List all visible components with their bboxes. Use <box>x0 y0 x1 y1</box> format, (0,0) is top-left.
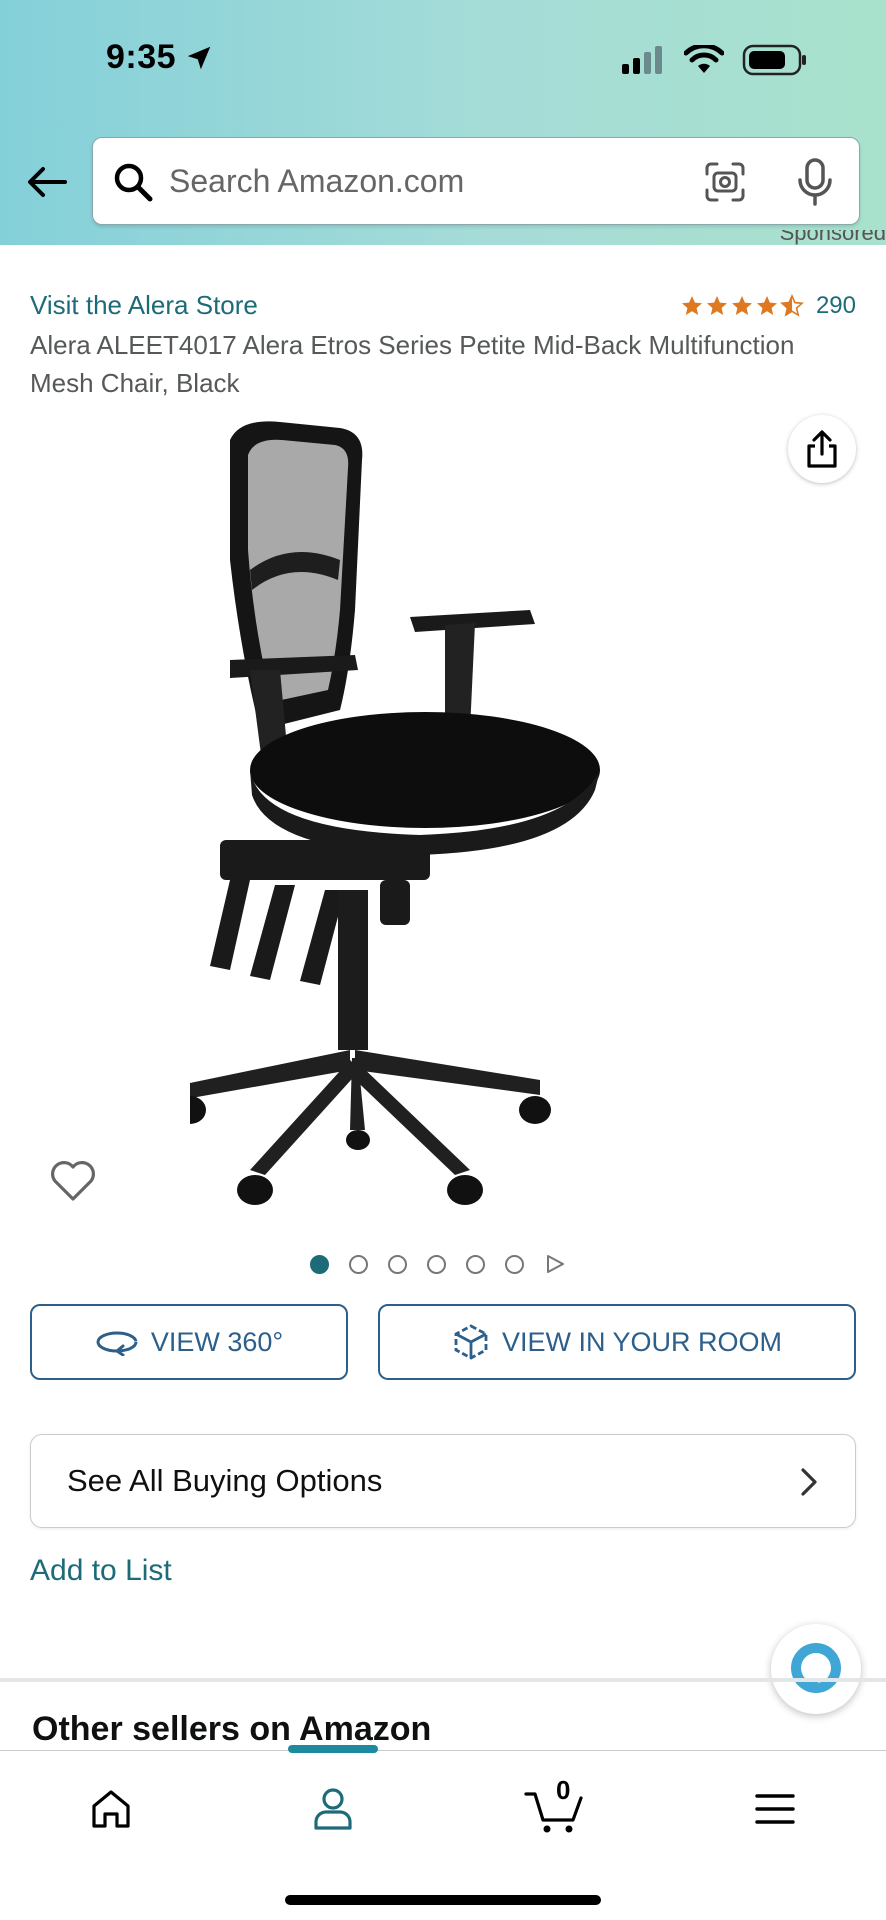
share-button[interactable] <box>788 415 856 483</box>
star-full-icon <box>681 296 702 315</box>
status-time: 9:35 <box>106 38 214 77</box>
home-indicator <box>285 1895 601 1905</box>
status-time-text: 9:35 <box>106 38 177 76</box>
status-icons <box>620 44 808 76</box>
product-title: Alera ALEET4017 Alera Etros Series Petit… <box>30 330 795 398</box>
pagination-dot[interactable] <box>349 1254 368 1274</box>
signal-icon <box>622 46 662 74</box>
rotate-360-icon <box>96 1331 138 1356</box>
back-button[interactable] <box>22 160 72 204</box>
search-icon <box>114 163 153 202</box>
ar-cube-icon <box>454 1324 488 1360</box>
store-link[interactable]: Visit the Alera Store <box>30 290 258 321</box>
other-sellers-heading: Other sellers on Amazon <box>32 1710 432 1748</box>
view-360-button[interactable]: VIEW 360° <box>30 1304 348 1380</box>
star-full-icon <box>731 296 752 315</box>
rating-stars <box>680 294 804 318</box>
sponsored-label: Sponsored <box>779 230 886 245</box>
pagination-dot[interactable] <box>427 1254 446 1274</box>
section-divider <box>0 1678 886 1682</box>
search-input[interactable] <box>169 138 769 224</box>
product-image[interactable] <box>190 410 700 1210</box>
top-bar: 9:35 <box>0 0 886 245</box>
view-in-room-label: VIEW IN YOUR ROOM <box>501 1326 783 1357</box>
wifi-icon <box>684 45 724 73</box>
video-play-icon[interactable] <box>544 1253 566 1275</box>
add-to-list-link[interactable]: Add to List <box>30 1554 172 1588</box>
star-full-icon <box>756 296 777 315</box>
product-rating[interactable]: 290 <box>680 292 856 320</box>
menu-icon <box>755 1794 795 1824</box>
nav-account[interactable] <box>298 1779 368 1839</box>
location-arrow-icon <box>187 46 211 69</box>
nav-cart[interactable]: 0 <box>520 1775 590 1839</box>
pagination-dot[interactable] <box>388 1254 407 1274</box>
heart-icon <box>51 1161 95 1201</box>
bottom-navigation: 0 <box>0 1745 886 1920</box>
chevron-right-icon <box>801 1468 817 1496</box>
star-half-icon <box>780 294 804 317</box>
nav-home[interactable] <box>76 1779 146 1839</box>
view-in-room-button[interactable]: VIEW IN YOUR ROOM <box>378 1304 856 1380</box>
see-all-buying-options-button[interactable]: See All Buying Options <box>30 1434 856 1528</box>
alexa-button[interactable] <box>771 1624 861 1714</box>
wishlist-button[interactable] <box>48 1155 98 1205</box>
microphone-icon[interactable] <box>793 156 837 208</box>
view-360-label: VIEW 360° <box>150 1326 284 1357</box>
user-icon <box>314 1788 352 1830</box>
battery-icon <box>742 44 806 76</box>
cart-count: 0 <box>556 1775 571 1805</box>
pagination-dot[interactable] <box>310 1254 329 1274</box>
search-box[interactable] <box>92 137 860 225</box>
rating-count: 290 <box>815 292 856 319</box>
camera-scan-icon[interactable] <box>703 160 747 204</box>
back-arrow-icon <box>28 167 67 197</box>
active-tab-indicator <box>288 1745 378 1753</box>
buying-options-label: See All Buying Options <box>67 1463 383 1498</box>
star-full-icon <box>706 296 727 315</box>
cart-icon <box>524 1792 583 1833</box>
image-pagination <box>310 1253 566 1275</box>
pagination-dot[interactable] <box>466 1254 485 1274</box>
alexa-icon <box>791 1643 841 1693</box>
share-icon <box>807 430 837 468</box>
home-icon <box>92 1790 130 1828</box>
product-page: 9:35 Search Amazon.com Sponsored Visit t… <box>0 0 886 1920</box>
pagination-dot[interactable] <box>505 1254 524 1274</box>
nav-menu[interactable] <box>740 1779 810 1839</box>
